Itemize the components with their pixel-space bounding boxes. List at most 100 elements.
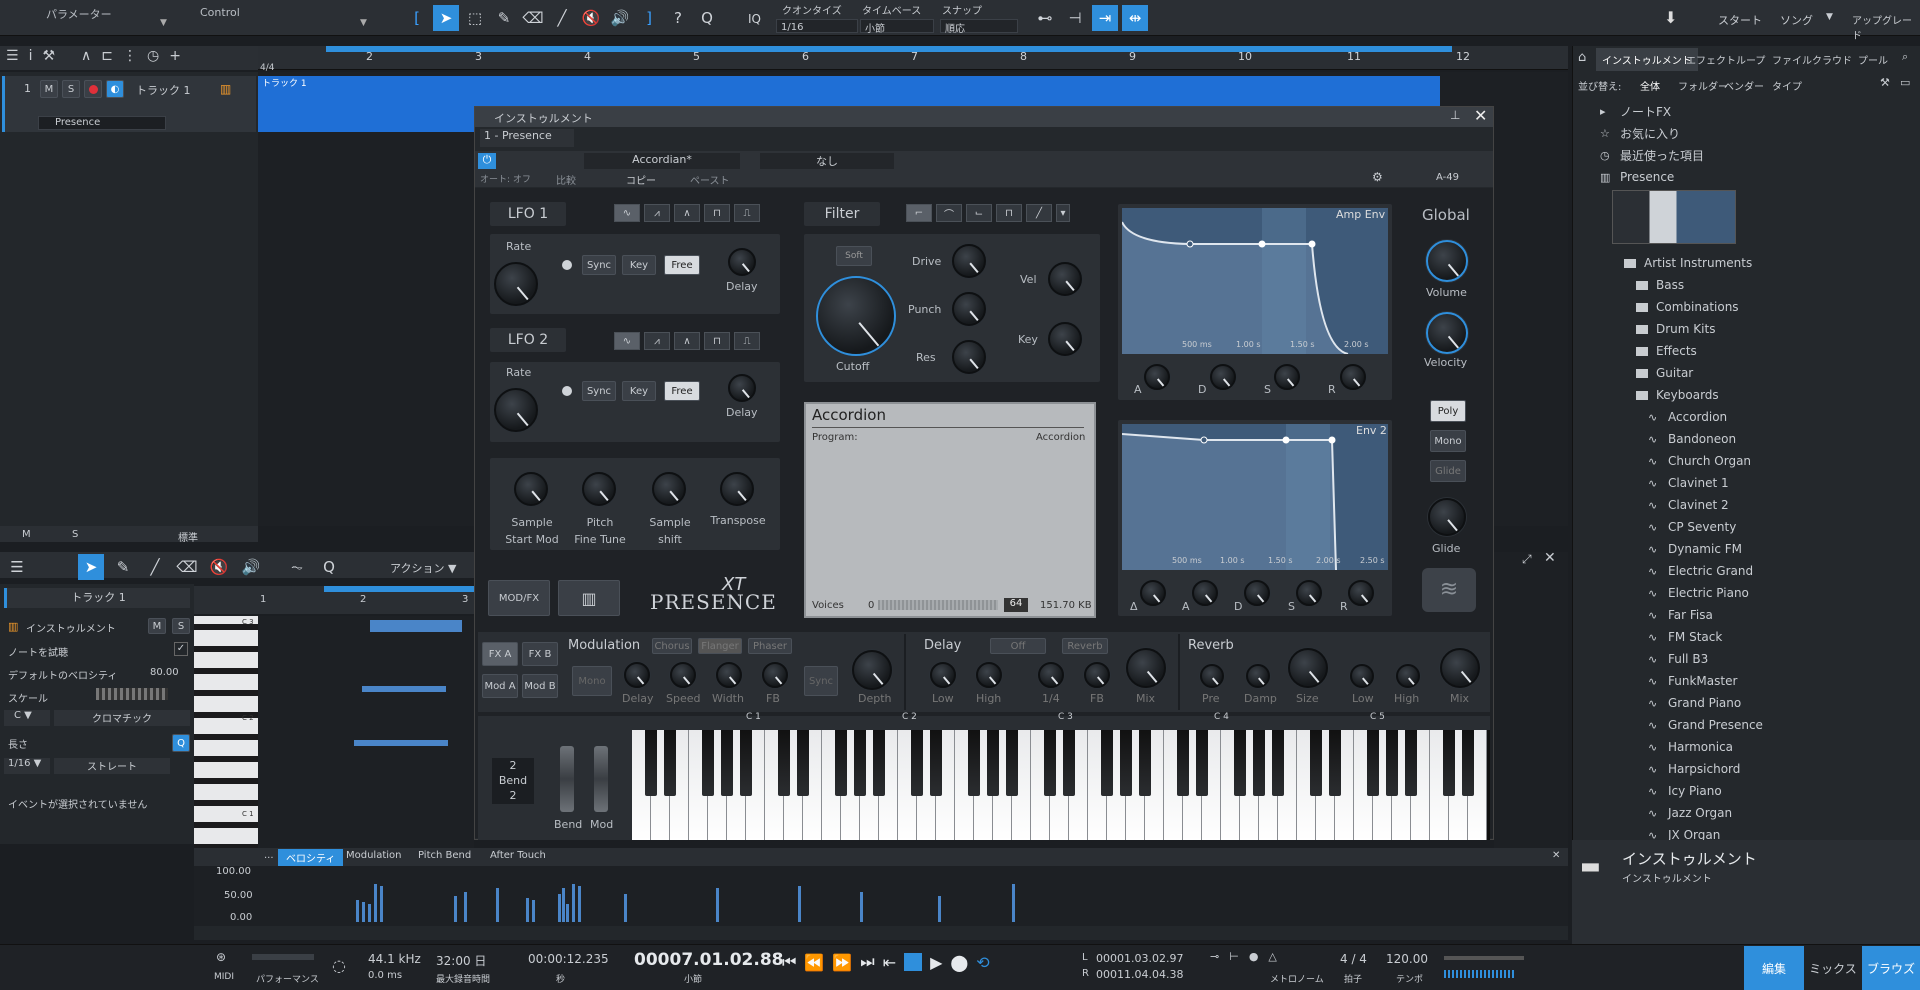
listen-tool-icon[interactable]: 🔊 [607, 5, 633, 31]
browser-item[interactable]: Keyboards [1636, 384, 1719, 406]
browser-item[interactable]: Guitar [1636, 362, 1693, 384]
reverb-mix-knob[interactable] [1440, 648, 1480, 688]
sample-start-knob[interactable] [514, 472, 548, 506]
help-icon[interactable]: ? [665, 5, 691, 31]
sort-vendor[interactable]: ベンダー [1724, 78, 1764, 93]
velocity-knob[interactable] [1426, 312, 1468, 354]
lfo1-sine-icon[interactable]: ∿ [614, 204, 640, 222]
action-menu[interactable]: アクション ▼ [390, 560, 456, 576]
delay-low-knob[interactable] [930, 662, 956, 688]
track-monitor-button[interactable]: ◐ [106, 80, 124, 98]
black-key[interactable] [1462, 730, 1474, 796]
filter-bp-icon[interactable]: ⌒ [936, 204, 962, 222]
pin-icon[interactable]: ⊥ [1450, 108, 1460, 122]
browser-item[interactable]: Bass [1636, 274, 1684, 296]
note-2[interactable] [362, 686, 446, 692]
param-dropdown[interactable]: ▼ [160, 18, 174, 30]
editor-step-icon[interactable]: ⏦ [284, 554, 310, 580]
volume-knob[interactable] [1426, 240, 1468, 282]
res-knob[interactable] [952, 340, 986, 374]
time-signature[interactable]: 4 / 4 [1340, 952, 1367, 966]
velocity-bar[interactable] [526, 898, 529, 922]
rewind-start-icon[interactable]: ⏮ [782, 952, 796, 972]
power-icon[interactable]: ⏻ [478, 153, 496, 169]
editor-pencil-icon[interactable]: ✎ [110, 554, 136, 580]
velocity-bar[interactable] [532, 900, 535, 922]
lfo1-square-icon[interactable]: ⊓ [704, 204, 730, 222]
copy-button[interactable]: コピー [626, 172, 656, 187]
lfo2-random-icon[interactable]: ⎍ [734, 332, 760, 350]
snap-grid-icon[interactable]: ⊷ [1032, 5, 1058, 31]
browser-item[interactable]: Drum Kits [1636, 318, 1715, 340]
amp-env-graph[interactable] [1122, 208, 1388, 354]
browser-wrench-icon[interactable]: ⚒ [1880, 76, 1890, 89]
scale-type-select[interactable]: クロマチック [54, 710, 190, 726]
browser-item[interactable]: ▥ Presence [1600, 166, 1674, 188]
amp-a-knob[interactable] [1144, 364, 1170, 390]
reverb-damp-knob[interactable] [1246, 664, 1270, 688]
browser-item[interactable]: ∿ CP Seventy [1648, 516, 1736, 538]
mute-tool-icon[interactable]: 🔇 [578, 5, 604, 31]
browser-tab-cloud[interactable]: クラウド [1812, 52, 1852, 67]
black-key[interactable] [1177, 730, 1189, 796]
loop-l[interactable]: 00001.03.02.97 [1096, 952, 1183, 965]
editor-arrow-icon[interactable]: ➤ [78, 554, 104, 580]
amp-s-knob[interactable] [1274, 364, 1300, 390]
lfo2-sine-icon[interactable]: ∿ [614, 332, 640, 350]
delay-high-knob[interactable] [976, 662, 1002, 688]
sort-all[interactable]: 全体 [1640, 78, 1660, 93]
control-dropdown[interactable]: ▼ [360, 18, 367, 28]
editor-right-grid[interactable] [1494, 552, 1568, 848]
sort-folder[interactable]: フォルダー [1678, 78, 1728, 93]
browser-item[interactable]: ∿ Harmonica [1648, 736, 1733, 758]
audition-checkbox[interactable]: ✓ [174, 642, 188, 656]
lfo1-sync-button[interactable]: Sync [582, 255, 616, 275]
browser-item[interactable]: ∿ Electric Piano [1648, 582, 1749, 604]
modb-button[interactable]: Mod B [522, 674, 558, 698]
black-key[interactable] [1139, 730, 1151, 796]
velocity-bar[interactable] [798, 886, 801, 922]
download-icon[interactable]: ⬇ [1664, 8, 1677, 27]
len-mode-select[interactable]: ストレート [54, 758, 170, 774]
velocity-bar[interactable] [578, 886, 581, 922]
add-track-icon[interactable]: + [169, 48, 181, 64]
browser-item[interactable]: ∿ Harpsichord [1648, 758, 1740, 780]
footer-s[interactable]: S [72, 529, 78, 540]
velocity-bar[interactable] [566, 904, 569, 922]
tempo[interactable]: 120.00 [1386, 952, 1428, 966]
lfo1-free-button[interactable]: Free [664, 255, 700, 275]
black-key[interactable] [702, 730, 714, 796]
browser-tab-effects[interactable]: エフェクト [1686, 52, 1736, 67]
mono-button[interactable]: Mono [1430, 430, 1466, 452]
lfo1-key-button[interactable]: Key [622, 255, 656, 275]
reverb-high-knob[interactable] [1396, 664, 1420, 688]
glide-knob[interactable] [1428, 498, 1466, 536]
black-key[interactable] [930, 730, 942, 796]
fxb-button[interactable]: FX B [522, 642, 558, 666]
soft-button[interactable]: Soft [836, 246, 872, 266]
reverb-pre-knob[interactable] [1200, 664, 1224, 688]
instance-select[interactable]: 1 - Presence [480, 129, 574, 147]
black-key[interactable] [721, 730, 733, 796]
note-1[interactable] [370, 620, 462, 632]
nav-start[interactable]: スタート [1718, 12, 1762, 28]
browser-item[interactable]: ∿ Far Fisa [1648, 604, 1713, 626]
lfo1-random-icon[interactable]: ⎍ [734, 204, 760, 222]
record-icon[interactable]: ⬤ [950, 953, 968, 972]
info-icon[interactable]: i [29, 48, 33, 64]
browser-item[interactable]: ∿ FunkMaster [1648, 670, 1737, 692]
browser-item[interactable]: Effects [1636, 340, 1697, 362]
black-key[interactable] [968, 730, 980, 796]
filter-hp-icon[interactable]: ⌙ [966, 204, 992, 222]
mod-sync-button[interactable]: Sync [804, 666, 838, 696]
drive-knob[interactable] [952, 244, 986, 278]
env2-d-knob[interactable] [1244, 580, 1270, 606]
delay-off-select[interactable]: Off [990, 638, 1046, 654]
editor-expand-icon[interactable]: ⤢ [1522, 552, 1532, 567]
arrow-tool-icon[interactable]: ➤ [433, 5, 459, 31]
forward-end-icon[interactable]: ⏭ [860, 952, 874, 972]
phaser-button[interactable]: Phaser [748, 638, 792, 654]
black-key[interactable] [797, 730, 809, 796]
snap-select[interactable]: 順応 [940, 19, 1018, 35]
sort-type[interactable]: タイプ [1772, 78, 1802, 93]
